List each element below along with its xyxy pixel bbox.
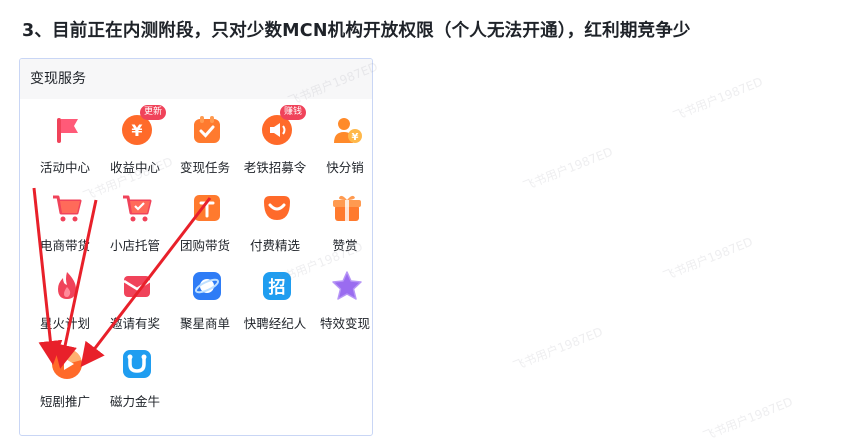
service-label: 特效变现 — [319, 316, 370, 331]
service-item-ecommerce-selling[interactable]: 电商带货 — [30, 177, 100, 253]
service-item-store-hosting[interactable]: 小店托管 — [100, 177, 170, 253]
service-item-recruit-order[interactable]: 赚钱 老铁招募令 — [240, 99, 310, 175]
store-cart-icon — [120, 191, 154, 225]
service-item-paid-selection[interactable]: 付费精选 — [240, 177, 310, 253]
service-label: 短剧推广 — [39, 394, 90, 409]
service-item-quick-distribution[interactable]: ¥ 快分销 — [310, 99, 372, 175]
monetization-services-panel: 变现服务 活动中心 ¥ 更新 收益中心 变现任务 赚钱 老铁招募令 ¥ 快分销 … — [19, 58, 373, 436]
distributor-icon: ¥ — [330, 113, 364, 147]
drama-play-icon — [50, 347, 84, 381]
service-item-magnetic-bull[interactable]: 磁力金牛 — [100, 333, 170, 409]
service-label: 星火计划 — [39, 316, 90, 331]
service-item-short-drama-promotion[interactable]: 短剧推广 — [30, 333, 100, 409]
service-item-group-buying[interactable]: 团购带货 — [170, 177, 240, 253]
service-label: 变现任务 — [179, 160, 230, 175]
service-item-tipping[interactable]: 赞赏 — [310, 177, 372, 253]
watermark-text: 飞书用户1987ED — [661, 234, 755, 284]
svg-text:招: 招 — [269, 277, 286, 298]
service-label: 快分销 — [326, 160, 364, 175]
svg-text:¥: ¥ — [352, 132, 359, 143]
service-label: 团购带货 — [179, 238, 230, 253]
article-heading: 3、目前正在内测附段，只对少数MCN机构开放权限（个人无法开通），红利期竞争少 — [22, 21, 691, 41]
service-label: 付费精选 — [249, 238, 300, 253]
gift-icon — [330, 191, 364, 225]
planet-icon — [190, 269, 224, 303]
service-label: 聚星商单 — [179, 316, 230, 331]
service-label: 快聘经纪人 — [243, 316, 307, 331]
service-label: 小店托管 — [109, 238, 160, 253]
smile-icon — [260, 191, 294, 225]
panel-title: 变现服务 — [20, 59, 372, 99]
service-label: 磁力金牛 — [109, 394, 160, 409]
service-label: 电商带货 — [39, 238, 90, 253]
watermark-text: 飞书用户1987ED — [511, 324, 605, 374]
update-badge: 更新 — [140, 105, 167, 120]
service-label: 收益中心 — [109, 160, 160, 175]
flame-icon — [50, 269, 84, 303]
service-label: 邀请有奖 — [109, 316, 160, 331]
watermark-text: 飞书用户1987ED — [701, 394, 795, 444]
service-label: 老铁招募令 — [243, 160, 307, 175]
service-item-recruit-agent[interactable]: 招 快聘经纪人 — [240, 255, 310, 331]
service-item-spark-plan[interactable]: 星火计划 — [30, 255, 100, 331]
service-item-monetization-tasks[interactable]: 变现任务 — [170, 99, 240, 175]
service-grid: 活动中心 ¥ 更新 收益中心 变现任务 赚钱 老铁招募令 ¥ 快分销 电商带货 … — [20, 99, 372, 435]
star-icon — [330, 269, 364, 303]
service-label: 赞赏 — [332, 238, 358, 253]
watermark-text: 飞书用户1987ED — [671, 74, 765, 124]
watermark-text: 飞书用户1987ED — [521, 144, 615, 194]
envelope-icon — [120, 269, 154, 303]
svg-text:¥: ¥ — [131, 121, 142, 140]
service-item-activity-center[interactable]: 活动中心 — [30, 99, 100, 175]
group-buy-icon — [190, 191, 224, 225]
service-item-star-orders[interactable]: 聚星商单 — [170, 255, 240, 331]
earn-badge: 赚钱 — [280, 105, 307, 120]
service-item-earnings-center[interactable]: ¥ 更新 收益中心 — [100, 99, 170, 175]
task-check-icon — [190, 113, 224, 147]
shopping-cart-icon — [50, 191, 84, 225]
service-item-effects-monetization[interactable]: 特效变现 — [310, 255, 372, 331]
recruit-icon: 招 — [260, 269, 294, 303]
magnet-icon — [120, 347, 154, 381]
service-label: 活动中心 — [39, 160, 90, 175]
service-item-invite-rewards[interactable]: 邀请有奖 — [100, 255, 170, 331]
flag-icon — [50, 113, 84, 147]
